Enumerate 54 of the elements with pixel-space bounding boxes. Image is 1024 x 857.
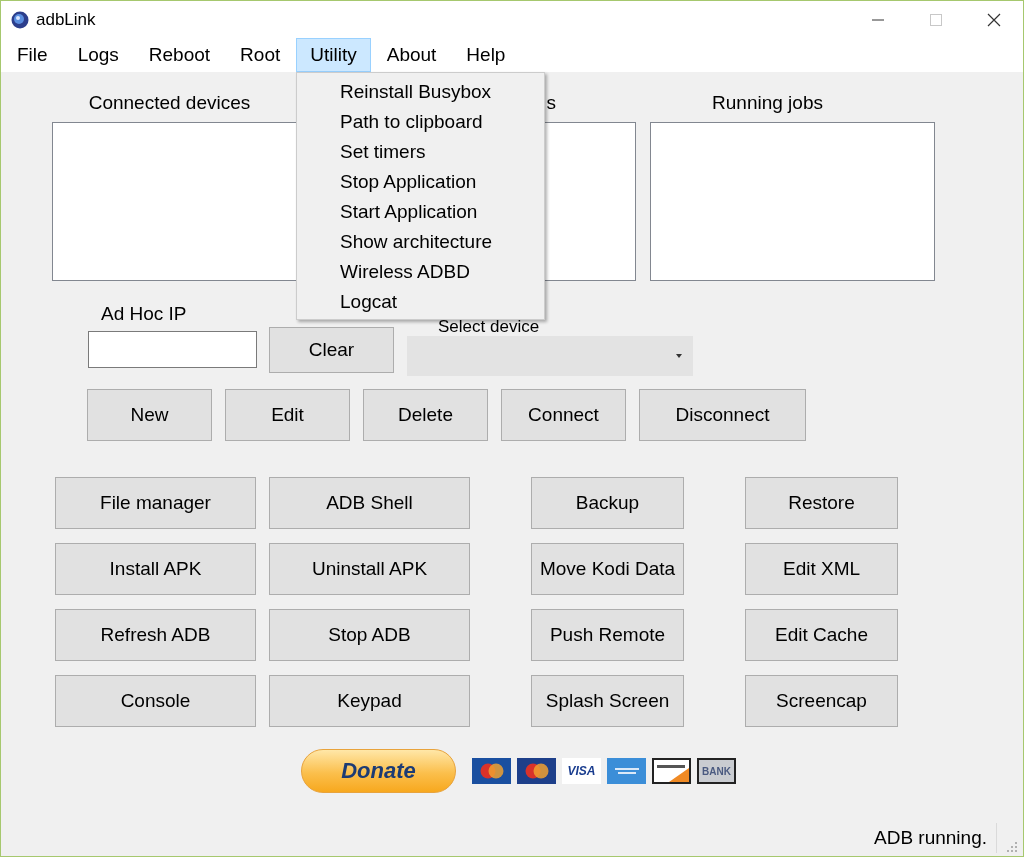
device-button[interactable]: Connect bbox=[501, 389, 626, 441]
payment-card-logo: VISA bbox=[562, 758, 601, 784]
menu-item[interactable]: Logs bbox=[63, 38, 133, 72]
action-button[interactable]: Refresh ADB bbox=[55, 609, 256, 661]
menu-item[interactable]: Utility bbox=[296, 38, 371, 72]
menu-option[interactable]: Stop Application bbox=[297, 167, 544, 197]
maximize-icon bbox=[930, 13, 942, 26]
action-button[interactable]: Screencap bbox=[745, 675, 898, 727]
menu-option[interactable]: Start Application bbox=[297, 197, 544, 227]
menu-option[interactable]: Logcat bbox=[297, 287, 544, 317]
action-button[interactable]: Move Kodi Data bbox=[531, 543, 684, 595]
menu-option[interactable]: Show architecture bbox=[297, 227, 544, 257]
close-icon bbox=[987, 12, 1001, 27]
action-button[interactable]: Push Remote bbox=[531, 609, 684, 661]
action-button[interactable]: File manager bbox=[55, 477, 256, 529]
device-dropdown[interactable] bbox=[407, 336, 693, 376]
resize-grip-icon bbox=[1007, 841, 1017, 852]
caret-icon bbox=[676, 354, 682, 358]
panel-label: Connected devices bbox=[88, 92, 251, 114]
device-button[interactable]: Edit bbox=[225, 389, 350, 441]
action-button[interactable]: Backup bbox=[531, 477, 684, 529]
device-button[interactable]: Delete bbox=[363, 389, 488, 441]
action-button[interactable]: Edit Cache bbox=[745, 609, 898, 661]
action-button[interactable]: ADB Shell bbox=[269, 477, 470, 529]
action-button[interactable]: Console bbox=[55, 675, 256, 727]
field-label: Ad Hoc IP bbox=[100, 303, 188, 325]
menu-option[interactable]: Set timers bbox=[297, 137, 544, 167]
action-button[interactable]: Uninstall APK bbox=[269, 543, 470, 595]
payment-card-logo: BANK bbox=[697, 758, 736, 784]
action-button[interactable]: Splash Screen bbox=[531, 675, 684, 727]
action-button[interactable]: Keypad bbox=[269, 675, 470, 727]
app-icon bbox=[11, 10, 29, 29]
action-button[interactable]: Edit XML bbox=[745, 543, 898, 595]
action-button[interactable]: Stop ADB bbox=[269, 609, 470, 661]
menu-item[interactable]: About bbox=[372, 38, 451, 72]
panel-label: s bbox=[546, 92, 556, 114]
action-button[interactable]: Install APK bbox=[55, 543, 256, 595]
menu-item[interactable]: Root bbox=[226, 38, 295, 72]
window-title: adbLink bbox=[36, 9, 96, 30]
device-button[interactable]: New bbox=[87, 389, 212, 441]
device-button[interactable]: Disconnect bbox=[639, 389, 806, 441]
field-label: Select device bbox=[437, 317, 541, 336]
menu-item[interactable]: Help bbox=[452, 38, 520, 72]
action-button[interactable]: Restore bbox=[745, 477, 898, 529]
donate-button[interactable]: Donate bbox=[301, 749, 456, 793]
menu-option[interactable]: Path to clipboard bbox=[297, 107, 544, 137]
menu-option[interactable]: Reinstall Busybox bbox=[297, 77, 544, 107]
ip-input-field[interactable] bbox=[88, 331, 257, 368]
clear-button[interactable]: Clear bbox=[269, 327, 394, 373]
status-text: ADB running. bbox=[874, 826, 987, 849]
panel-label: Running jobs bbox=[712, 92, 823, 114]
menu-option[interactable]: Wireless ADBD bbox=[297, 257, 544, 287]
menu-item[interactable]: Reboot bbox=[134, 38, 225, 72]
menu-item[interactable]: File bbox=[3, 38, 62, 72]
